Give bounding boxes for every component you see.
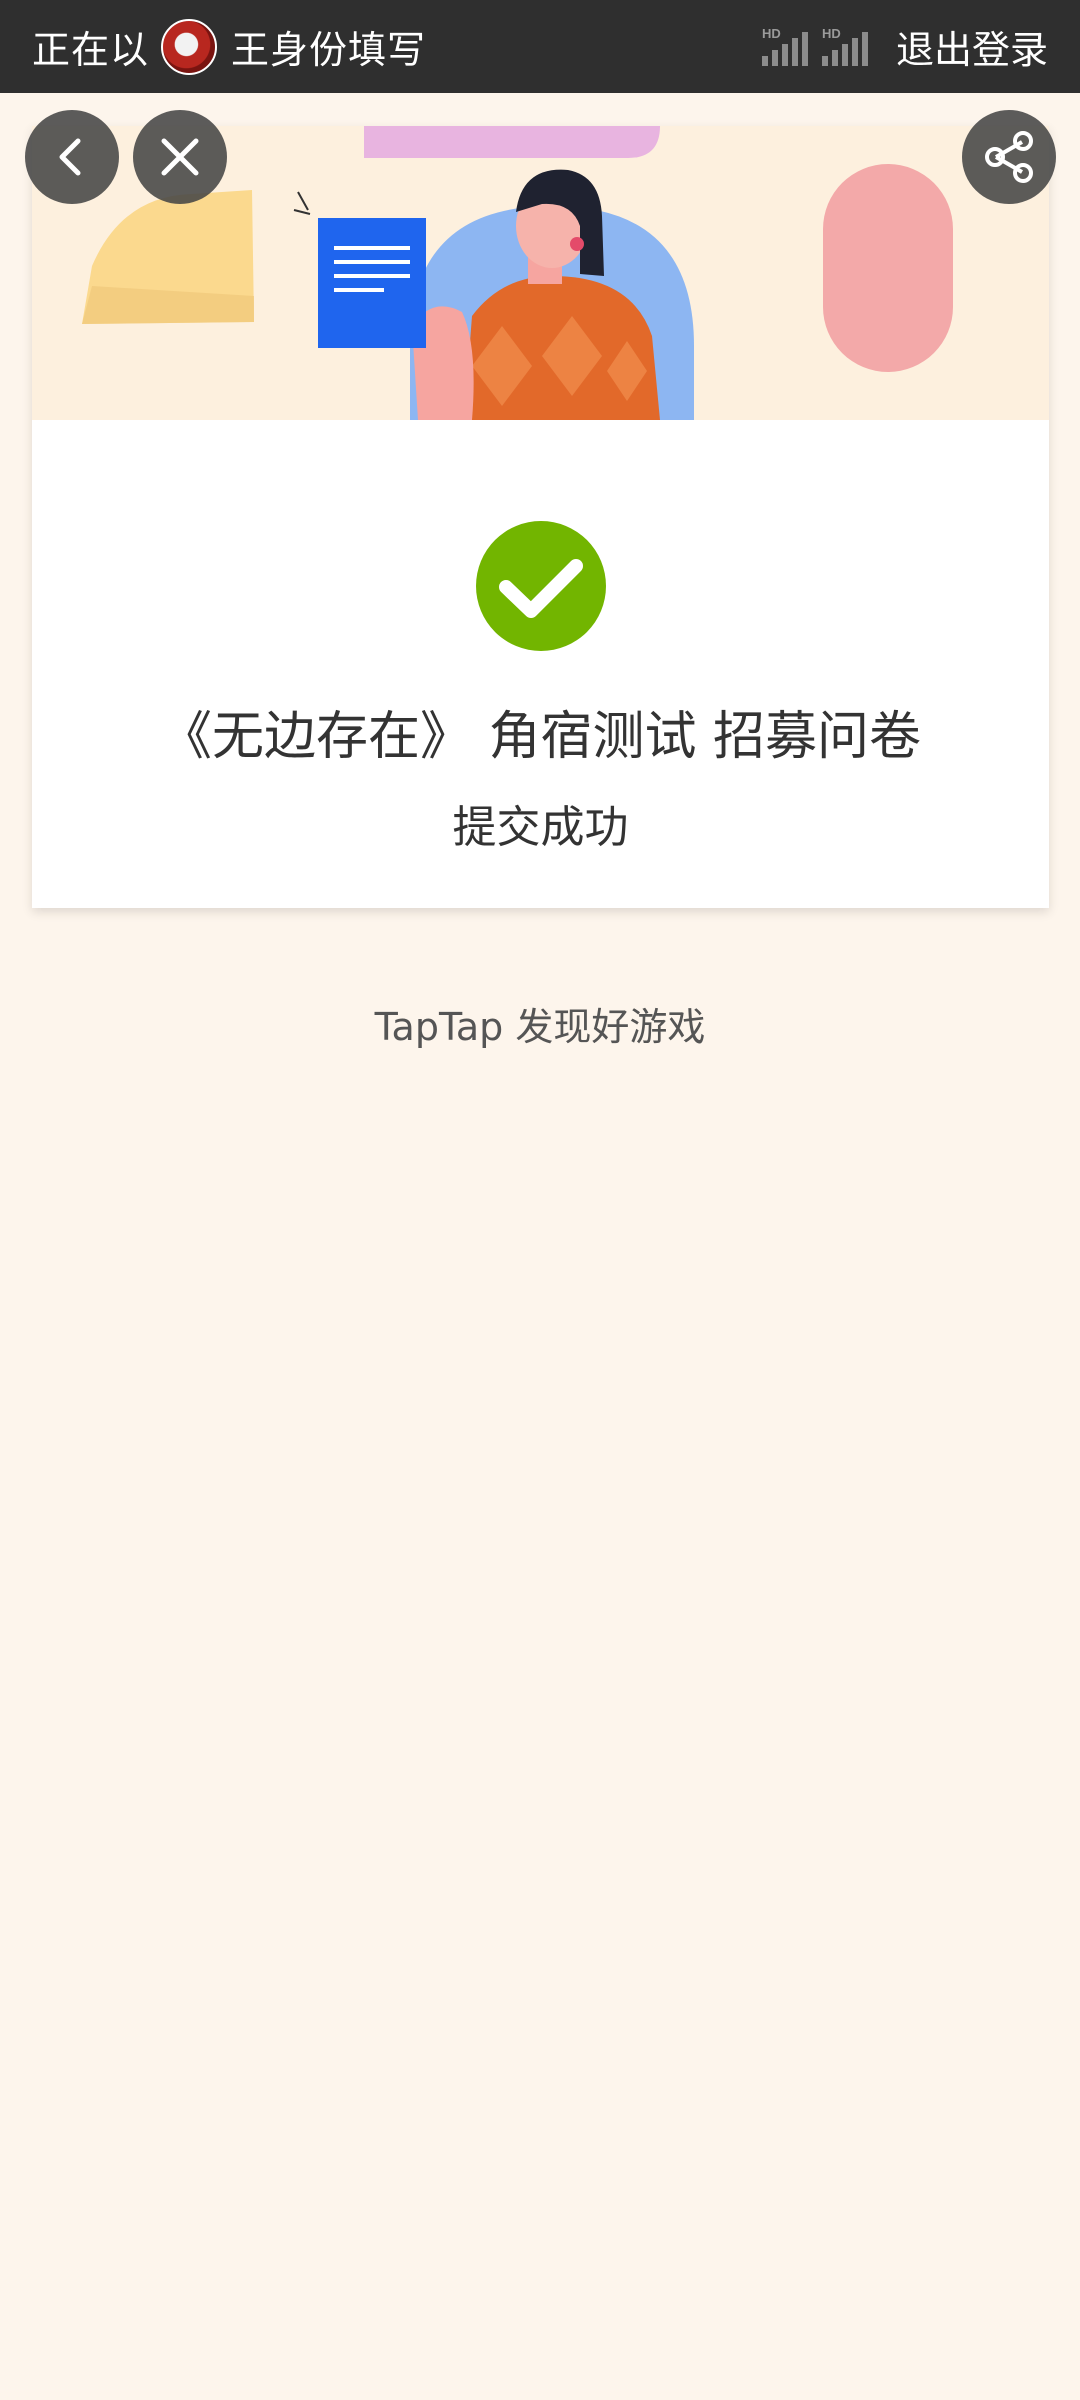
close-icon (161, 138, 199, 176)
chevron-left-icon (59, 138, 81, 176)
share-icon (985, 131, 1033, 183)
signal-strength-icon: HD (762, 26, 808, 66)
submission-status-text: 提交成功 (452, 802, 629, 853)
submission-result-card: 《无边存在》 角宿测试 招募问卷 提交成功 (32, 126, 1049, 908)
taptap-slogan: TapTap 发现好游戏 (374, 1005, 706, 1049)
hd-badge: HD (762, 26, 781, 41)
logout-button[interactable]: 退出登录 (896, 0, 1048, 93)
login-identity-text: 王身份填写 (231, 28, 427, 72)
close-button[interactable] (133, 110, 227, 204)
back-button[interactable] (25, 110, 119, 204)
survey-title: 《无边存在》 角宿测试 招募问卷 (159, 707, 922, 767)
signal-strength-icon-2: HD (822, 26, 868, 66)
user-avatar (161, 18, 218, 75)
login-identity: 正在以 王身份填写 (32, 0, 426, 93)
success-check-icon (476, 521, 606, 651)
hd-badge-2: HD (822, 26, 841, 41)
share-button[interactable] (962, 110, 1056, 204)
login-status-bar: 正在以 王身份填写 HD HD 退出登录 (0, 0, 1080, 93)
login-prefix-text: 正在以 (32, 28, 150, 72)
